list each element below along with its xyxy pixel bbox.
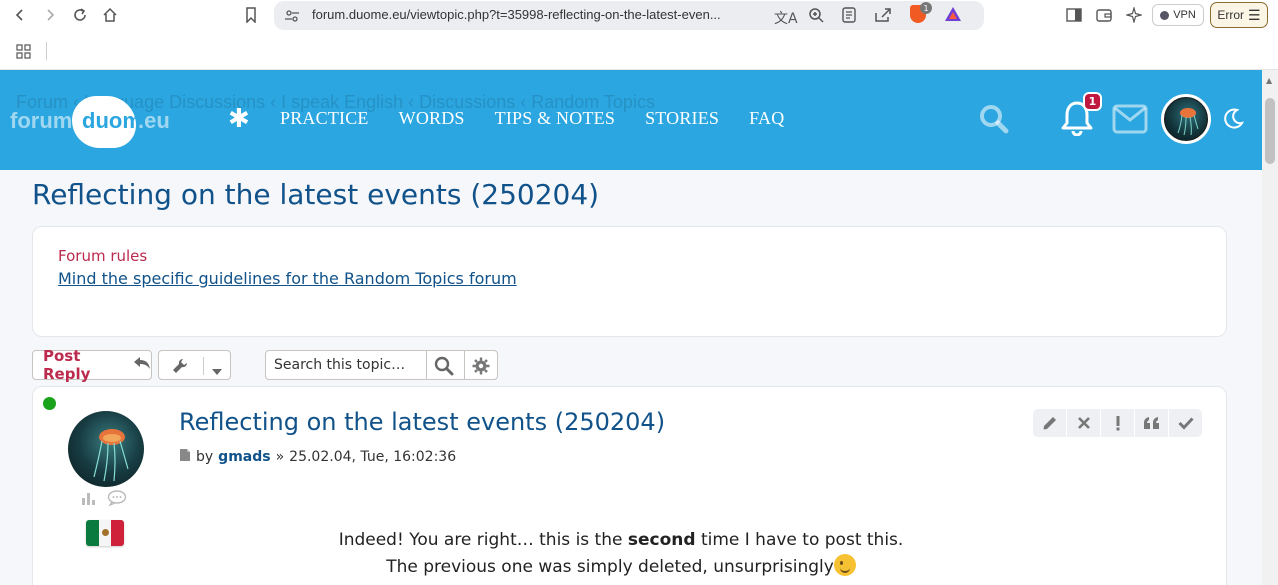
post-author-link[interactable]: gmads <box>218 449 270 465</box>
site-settings-icon[interactable] <box>284 8 300 28</box>
online-status-icon <box>43 397 56 410</box>
hamburger-icon: ☰ <box>1248 6 1261 23</box>
gear-icon[interactable] <box>472 357 490 379</box>
vpn-status-icon <box>1160 10 1170 20</box>
quote-icon[interactable] <box>1135 409 1168 437</box>
post-body-line-2: The previous one was simply deleted, uns… <box>179 554 1063 581</box>
error-label: Error <box>1217 8 1245 22</box>
envelope-icon[interactable] <box>1112 104 1148 134</box>
post-author-avatar[interactable] <box>68 411 144 487</box>
scroll-thumb[interactable] <box>1265 98 1275 164</box>
forward-icon[interactable] <box>39 4 61 26</box>
forum-rules-link[interactable]: Mind the specific guidelines for the Ran… <box>58 269 517 288</box>
brave-badge: 1 <box>920 2 932 14</box>
leo-ai-icon[interactable] <box>1123 4 1145 26</box>
share-icon[interactable] <box>874 7 892 27</box>
vpn-label: VPN <box>1173 9 1196 21</box>
apps-grid-icon[interactable] <box>16 44 31 63</box>
post-body-emphasis: second <box>627 530 696 550</box>
zoom-icon[interactable] <box>808 7 824 27</box>
search-icon[interactable] <box>979 104 1009 134</box>
approve-check-icon[interactable] <box>1169 409 1202 437</box>
post-meta: by gmads » 25.02.04, Tue, 16:02:36 <box>179 448 456 466</box>
post-tools <box>1033 409 1202 437</box>
wrench-icon <box>171 357 189 379</box>
page-title[interactable]: Reflecting on the latest events (250204) <box>32 178 599 211</box>
post-title[interactable]: Reflecting on the latest events (250204) <box>179 408 665 436</box>
nav-words[interactable]: WORDS <box>399 108 465 129</box>
topic-search-box <box>265 350 498 380</box>
asterisk-menu-icon[interactable]: ✱ <box>228 104 250 134</box>
logo-text-forum: forum <box>10 108 73 133</box>
chevron-down-icon <box>211 361 223 380</box>
reload-icon[interactable] <box>69 4 91 26</box>
wink-emoji-icon <box>833 554 856 576</box>
post-document-icon[interactable] <box>179 448 191 466</box>
bookmarks-bar <box>0 34 1278 70</box>
post-reply-button[interactable]: Post Reply <box>32 347 152 383</box>
forum-rules-panel: Forum rules Mind the specific guidelines… <box>32 226 1227 337</box>
user-avatar[interactable] <box>1161 94 1211 144</box>
report-exclamation-icon[interactable] <box>1101 409 1134 437</box>
post-date: 25.02.04, Tue, 16:02:36 <box>289 449 457 465</box>
notification-badge: 1 <box>1083 92 1102 111</box>
tools-divider <box>203 357 204 375</box>
url-text[interactable]: forum.duome.eu/viewtopic.php?t=35998-ref… <box>312 7 762 22</box>
browser-toolbar: forum.duome.eu/viewtopic.php?t=35998-ref… <box>0 0 1278 34</box>
delete-x-icon[interactable] <box>1067 409 1100 437</box>
nav-practice[interactable]: PRACTICE <box>280 108 369 129</box>
post-container: Reflecting on the latest events (250204)… <box>32 386 1227 585</box>
logo-text-eu: .eu <box>138 108 170 133</box>
edit-pencil-icon[interactable] <box>1033 409 1066 437</box>
site-logo[interactable]: forum duome .eu <box>10 94 200 154</box>
bookmark-icon[interactable] <box>240 4 262 26</box>
vpn-button[interactable]: VPN <box>1152 4 1204 26</box>
address-bar[interactable]: forum.duome.eu/viewtopic.php?t=35998-ref… <box>274 1 984 30</box>
search-topic-input[interactable] <box>266 351 426 379</box>
back-icon[interactable] <box>9 4 31 26</box>
wallet-icon[interactable] <box>1093 4 1115 26</box>
moon-icon[interactable] <box>1222 108 1244 130</box>
mexico-flag-icon <box>86 520 124 546</box>
search-submit-icon[interactable] <box>434 356 454 380</box>
bar-chart-icon[interactable] <box>81 490 97 510</box>
reply-arrow-icon <box>133 356 151 374</box>
bookmarks-divider <box>46 42 47 60</box>
translate-icon[interactable]: 文A <box>774 8 798 28</box>
error-menu-button[interactable]: Error ☰ <box>1210 2 1268 28</box>
site-header: Forum ‹ Language Discussions ‹ I speak E… <box>0 70 1262 170</box>
post-body: Indeed! You are right… this is the secon… <box>179 527 1063 581</box>
sidebar-icon[interactable] <box>1063 4 1085 26</box>
page-scrollbar[interactable]: ▲ <box>1262 70 1278 585</box>
post-meta-separator: » <box>275 449 285 465</box>
forum-rules-title: Forum rules <box>58 247 148 265</box>
search-divider <box>426 351 427 379</box>
post-by-label: by <box>196 449 214 465</box>
reader-icon[interactable] <box>842 7 856 27</box>
main-nav: PRACTICE WORDS TIPS & NOTES STORIES FAQ <box>280 108 784 129</box>
post-body-line-1: Indeed! You are right… this is the secon… <box>338 530 904 550</box>
speech-bubble-icon[interactable] <box>107 490 127 510</box>
brave-rewards-icon[interactable] <box>944 6 962 26</box>
post-reply-label: Post Reply <box>43 347 91 383</box>
scroll-up-arrow-icon[interactable]: ▲ <box>1266 76 1272 85</box>
nav-tips-notes[interactable]: TIPS & NOTES <box>495 108 615 129</box>
nav-faq[interactable]: FAQ <box>749 108 784 129</box>
search-divider-2 <box>464 351 465 379</box>
nav-stories[interactable]: STORIES <box>645 108 719 129</box>
home-icon[interactable] <box>99 4 121 26</box>
topic-tools-button[interactable] <box>158 350 231 380</box>
user-stats <box>81 490 127 510</box>
